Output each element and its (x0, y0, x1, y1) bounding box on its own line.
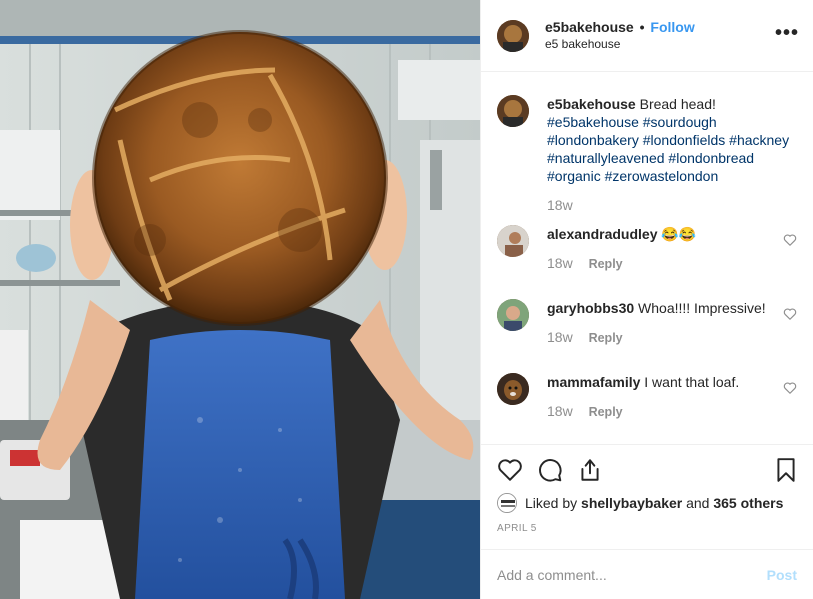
caption-text: Bread head! (639, 96, 716, 112)
comment-body: alexandradudley 😂😂 18w Reply (547, 225, 797, 272)
comment-item: garyhobbs30 Whoa!!!! Impressive! 18w Rep… (497, 299, 797, 346)
add-comment-form: Post (481, 549, 813, 599)
liker-username[interactable]: shellybaybaker (581, 495, 682, 511)
commenter-avatar[interactable] (497, 225, 529, 257)
post-date[interactable]: APRIL 5 (497, 523, 537, 534)
avatar-image (497, 19, 529, 52)
reply-button[interactable]: Reply (589, 331, 623, 345)
action-icons-row (497, 457, 799, 485)
avatar-image (497, 95, 529, 127)
hashtag[interactable]: #londonbakery (547, 132, 639, 148)
caption-meta: 18w (547, 197, 797, 213)
author-username[interactable]: e5bakehouse (545, 19, 634, 35)
comment-text: 😂😂 (661, 226, 697, 242)
avatar-image (497, 225, 529, 257)
more-options-icon[interactable]: ••• (775, 23, 799, 43)
comment-meta: 18w Reply (547, 329, 797, 346)
liker-avatar[interactable] (497, 493, 517, 513)
post-header: e5bakehouse • Follow e5 bakehouse ••• (481, 0, 813, 72)
hashtag[interactable]: #londonbread (668, 150, 754, 166)
comment-text: Whoa!!!! Impressive! (638, 300, 766, 316)
comment-meta: 18w Reply (547, 403, 797, 420)
comment-time: 18w (547, 255, 573, 271)
hashtag[interactable]: #organic (547, 168, 601, 184)
instagram-post: e5bakehouse • Follow e5 bakehouse ••• e5… (0, 0, 813, 599)
comment-item: alexandradudley 😂😂 18w Reply (497, 225, 797, 272)
likes-conjunction: and (686, 495, 710, 511)
comment-text: I want that loaf. (644, 374, 740, 390)
likes-prefix: Liked by (525, 495, 578, 511)
hashtag[interactable]: #zerowastelondon (605, 168, 719, 184)
author-names: e5bakehouse • Follow e5 bakehouse (545, 19, 695, 53)
author-full-name: e5 bakehouse (545, 36, 621, 51)
comment-body: mammafamily I want that loaf. 18w Reply (547, 373, 797, 420)
comments-list[interactable]: e5bakehouse Bread head! #e5bakehouse #so… (481, 72, 813, 444)
post-comment-button[interactable]: Post (767, 567, 797, 583)
hashtag[interactable]: #londonfields (643, 132, 726, 148)
comment-item: mammafamily I want that loaf. 18w Reply (497, 373, 797, 420)
small-heart-icon[interactable] (783, 381, 797, 395)
reply-button[interactable]: Reply (589, 257, 623, 271)
bread-photo-illustration (0, 0, 480, 599)
separator-dot: • (639, 18, 645, 35)
bookmark-icon[interactable] (773, 457, 799, 483)
hashtag[interactable]: #naturallyleavened (547, 150, 665, 166)
hashtag[interactable]: #e5bakehouse (547, 114, 639, 130)
caption-body: e5bakehouse Bread head! #e5bakehouse #so… (547, 95, 797, 213)
small-heart-icon[interactable] (783, 307, 797, 321)
avatar-image (497, 299, 529, 331)
avatar-image (497, 373, 529, 405)
comment-username[interactable]: mammafamily (547, 374, 640, 390)
reply-button[interactable]: Reply (589, 405, 623, 419)
commenter-avatar[interactable] (497, 373, 529, 405)
likes-summary: Liked by shellybaybaker and 365 others (497, 493, 783, 513)
comment-meta: 18w Reply (547, 255, 797, 272)
follow-button[interactable]: Follow (650, 19, 694, 35)
avatar-image (498, 494, 516, 512)
comment-username[interactable]: garyhobbs30 (547, 300, 634, 316)
heart-icon[interactable] (497, 457, 523, 483)
hashtag[interactable]: #sourdough (643, 114, 717, 130)
commenter-avatar[interactable] (497, 299, 529, 331)
comment-body: garyhobbs30 Whoa!!!! Impressive! 18w Rep… (547, 299, 797, 346)
caption-time: 18w (547, 197, 573, 213)
hashtag[interactable]: #hackney (729, 132, 789, 148)
author-avatar[interactable] (497, 19, 529, 52)
caption-username[interactable]: e5bakehouse (547, 96, 636, 112)
post-photo[interactable] (0, 0, 480, 599)
author-avatar[interactable] (497, 95, 529, 127)
comment-time: 18w (547, 403, 573, 419)
comment-time: 18w (547, 329, 573, 345)
caption-entry: e5bakehouse Bread head! #e5bakehouse #so… (497, 95, 797, 213)
comment-input[interactable] (497, 566, 767, 583)
comment-username[interactable]: alexandradudley (547, 226, 658, 242)
likes-others-link[interactable]: 365 others (713, 495, 783, 511)
share-icon[interactable] (577, 457, 603, 483)
post-panel: e5bakehouse • Follow e5 bakehouse ••• e5… (480, 0, 813, 599)
small-heart-icon[interactable] (783, 233, 797, 247)
comment-icon[interactable] (537, 457, 563, 483)
post-actions: Liked by shellybaybaker and 365 others A… (481, 444, 813, 549)
